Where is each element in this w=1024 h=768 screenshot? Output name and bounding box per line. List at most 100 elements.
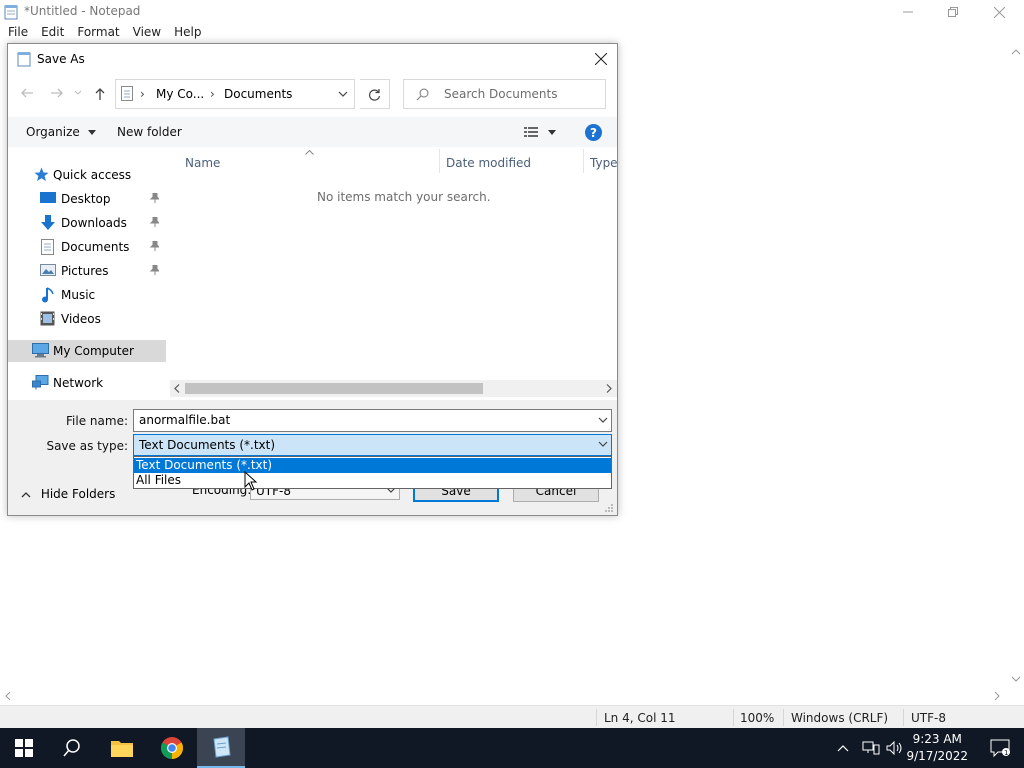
file-name-value: anormalfile.bat <box>139 413 231 427</box>
option-all-files[interactable]: All Files <box>134 473 611 488</box>
network-tray-button[interactable] <box>858 728 884 768</box>
status-line-ending: Windows (CRLF) <box>791 711 889 725</box>
taskbar-clock[interactable]: 9:23 AM 9/17/2022 <box>906 731 968 765</box>
back-button[interactable] <box>20 87 34 99</box>
organize-button[interactable]: Organize <box>26 125 96 139</box>
notepad-menu-bar: File Edit Format View Help <box>0 24 1024 43</box>
notepad-title: *Untitled - Notepad <box>24 4 141 18</box>
folder-icon <box>111 741 133 757</box>
chevron-up-icon <box>21 492 31 498</box>
minimize-button[interactable] <box>885 0 931 24</box>
notifications-icon: 1 <box>990 739 1010 757</box>
file-name-label: File name: <box>66 414 128 428</box>
menu-edit[interactable]: Edit <box>33 24 69 39</box>
action-center-button[interactable]: 1 <box>976 728 1024 768</box>
taskbar-notepad[interactable] <box>197 728 245 768</box>
menu-view[interactable]: View <box>125 24 166 39</box>
search-icon <box>416 88 429 101</box>
scrollbar-thumb[interactable] <box>185 383 483 394</box>
hide-folders-label: Hide Folders <box>40 487 116 501</box>
nav-quick-access[interactable]: Quick access <box>8 164 166 186</box>
breadcrumb-separator-icon: › <box>140 87 145 101</box>
scroll-left-icon <box>174 384 180 393</box>
taskbar-file-explorer[interactable] <box>98 728 146 768</box>
taskbar: 9:23 AM 9/17/2022 1 <box>0 728 1024 768</box>
breadcrumb-my-computer[interactable]: My Co... <box>156 87 204 101</box>
nav-pictures[interactable]: Pictures <box>8 260 166 282</box>
help-button[interactable]: ? <box>585 124 602 141</box>
save-as-type-select[interactable]: Text Documents (*.txt) <box>133 434 612 456</box>
scroll-right-icon <box>994 692 1000 700</box>
nav-desktop[interactable]: Desktop <box>8 188 166 210</box>
notepad-icon <box>4 4 18 20</box>
nav-network[interactable]: Network <box>8 372 166 394</box>
svg-text:1: 1 <box>1004 749 1008 757</box>
scroll-right-icon <box>606 384 612 393</box>
dialog-close-button[interactable] <box>588 47 614 71</box>
sort-ascending-icon <box>305 150 314 155</box>
nav-label: Desktop <box>61 192 111 206</box>
menu-file[interactable]: File <box>0 24 33 39</box>
address-dropdown-button[interactable] <box>338 91 348 98</box>
nav-videos[interactable]: Videos <box>8 308 166 330</box>
search-box[interactable]: Search Documents <box>403 79 606 109</box>
nav-documents[interactable]: Documents <box>8 236 166 258</box>
option-text-documents[interactable]: Text Documents (*.txt) <box>134 458 611 473</box>
notepad-vertical-scrollbar[interactable] <box>1008 43 1024 688</box>
chevron-down-icon <box>598 441 608 447</box>
documents-icon <box>41 239 57 255</box>
nav-label: My Computer <box>53 344 134 358</box>
up-button[interactable] <box>94 87 106 101</box>
clock-time: 9:23 AM <box>912 732 962 746</box>
notepad-horizontal-scrollbar[interactable] <box>0 688 1024 705</box>
pin-icon <box>150 265 159 275</box>
downloads-icon <box>40 215 56 231</box>
chevron-down-icon <box>74 90 82 95</box>
nav-downloads[interactable]: Downloads <box>8 212 166 234</box>
new-folder-button[interactable]: New folder <box>117 125 182 139</box>
file-name-field[interactable]: anormalfile.bat <box>133 409 612 432</box>
address-bar[interactable]: › My Co... › Documents <box>115 79 355 109</box>
restore-button[interactable] <box>930 0 976 24</box>
nav-label: Network <box>53 376 104 390</box>
nav-my-computer[interactable]: My Computer <box>8 340 166 362</box>
documents-icon <box>121 86 133 101</box>
show-hidden-icons-button[interactable] <box>830 728 856 768</box>
start-button[interactable] <box>0 728 48 768</box>
column-header-name[interactable]: Name <box>185 156 220 170</box>
column-header-date-modified[interactable]: Date modified <box>446 156 531 170</box>
taskbar-chrome[interactable] <box>148 728 196 768</box>
help-icon: ? <box>585 124 602 141</box>
menu-help[interactable]: Help <box>166 24 206 39</box>
breadcrumb-documents[interactable]: Documents <box>224 87 292 101</box>
nav-music[interactable]: Music <box>8 284 166 306</box>
taskbar-search-button[interactable] <box>48 728 96 768</box>
search-input[interactable]: Search Documents <box>444 87 557 101</box>
forward-button[interactable] <box>50 87 64 99</box>
organize-label: Organize <box>26 125 80 139</box>
status-position: Ln 4, Col 11 <box>604 711 676 725</box>
menu-format[interactable]: Format <box>69 24 124 39</box>
dialog-title: Save As <box>37 52 85 66</box>
computer-icon <box>32 343 49 359</box>
close-window-button[interactable] <box>976 0 1022 24</box>
scroll-down-icon <box>1012 676 1020 682</box>
caret-down-icon <box>87 130 96 135</box>
file-list[interactable]: Name Date modified Type No items match y… <box>178 147 618 379</box>
save-as-dialog: Save As › My Co... › Documents Search Do <box>7 43 618 516</box>
network-icon <box>32 375 49 391</box>
arrow-right-icon <box>51 88 63 98</box>
dialog-toolbar: Organize New folder ? <box>8 117 617 147</box>
refresh-button[interactable] <box>360 79 390 109</box>
pin-icon <box>150 217 159 227</box>
volume-tray-button[interactable] <box>882 728 908 768</box>
chevron-down-icon <box>598 417 608 423</box>
view-options-button[interactable] <box>524 126 560 138</box>
recent-locations-button[interactable] <box>74 90 82 96</box>
chevron-up-icon <box>837 745 849 752</box>
videos-icon <box>40 311 56 327</box>
column-header-type[interactable]: Type <box>590 156 618 170</box>
nav-label: Videos <box>61 312 101 326</box>
status-encoding: UTF-8 <box>911 711 946 725</box>
hide-folders-button[interactable]: Hide Folders <box>21 487 115 501</box>
